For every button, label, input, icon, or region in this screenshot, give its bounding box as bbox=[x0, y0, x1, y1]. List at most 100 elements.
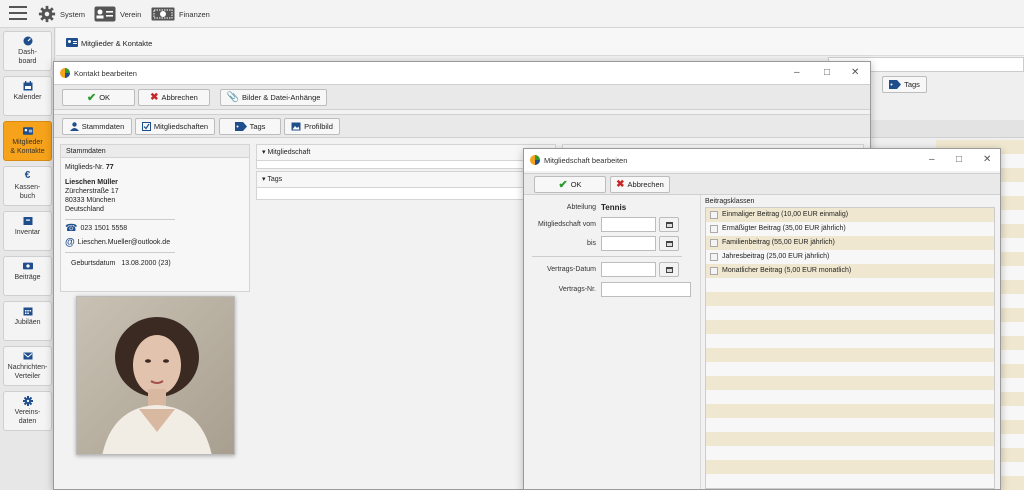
check-icon: ✔ bbox=[86, 92, 97, 104]
euro-icon: € bbox=[24, 170, 31, 181]
tab-stammdaten-label: Stammdaten bbox=[81, 122, 125, 131]
cancel-button[interactable]: ✖ Abbrechen bbox=[610, 176, 670, 193]
contract-no-input[interactable] bbox=[601, 282, 691, 297]
vertical-divider bbox=[700, 195, 701, 489]
image-icon bbox=[291, 122, 301, 131]
class-checkbox[interactable] bbox=[710, 239, 718, 247]
membership-dialog-title: Mitgliedschaft bearbeiten bbox=[544, 155, 628, 165]
main-header: Mitglieder & Kontakte bbox=[56, 28, 1024, 56]
contact-city: 80333 München bbox=[65, 197, 116, 204]
menu-verein-label: Verein bbox=[120, 9, 142, 19]
maximize-icon[interactable]: □ bbox=[824, 67, 830, 78]
class-checkbox[interactable] bbox=[710, 225, 718, 233]
sidebar-item-vereinsdaten[interactable]: Vereins- daten bbox=[3, 391, 52, 431]
member-from-calendar-button[interactable] bbox=[659, 217, 679, 232]
sidebar-item-kassenbuch[interactable]: € Kassen- buch bbox=[3, 166, 52, 206]
ok-button[interactable]: ✔ OK bbox=[62, 89, 135, 106]
form-divider bbox=[532, 256, 682, 257]
profile-photo[interactable] bbox=[76, 296, 235, 455]
tab-profilbild[interactable]: Profilbild bbox=[284, 118, 340, 135]
tab-profilbild-label: Profilbild bbox=[304, 122, 333, 131]
sidebar-item-mitglieder[interactable]: Mitglieder & Kontakte bbox=[3, 121, 52, 161]
id-card-icon bbox=[22, 127, 33, 135]
checkbox-icon bbox=[141, 122, 151, 131]
sidebar-item-beitraege[interactable]: Beiträge bbox=[3, 256, 52, 296]
cancel-button[interactable]: ✖ Abbrechen bbox=[138, 89, 210, 106]
sidebar-item-label: Jubiläen bbox=[14, 319, 41, 326]
member-to-calendar-button[interactable] bbox=[659, 236, 679, 251]
menu-verein[interactable]: Verein bbox=[94, 5, 141, 23]
sidebar-item-label: Mitglieder & Kontakte bbox=[10, 139, 45, 155]
sidebar-item-inventar[interactable]: Inventar bbox=[3, 211, 52, 251]
class-row[interactable]: Jahresbeitrag (25,00 EUR jährlich) bbox=[706, 250, 994, 264]
attachments-button-label: Bilder & Datei-Anhänge bbox=[242, 93, 321, 102]
class-checkbox[interactable] bbox=[710, 267, 718, 275]
ok-button[interactable]: ✔ OK bbox=[534, 176, 606, 193]
calendar-icon bbox=[666, 222, 673, 228]
class-checkbox[interactable] bbox=[710, 253, 718, 261]
x-icon: ✖ bbox=[150, 92, 159, 103]
sidebar-item-label: Inventar bbox=[14, 229, 41, 236]
contact-country: Deutschland bbox=[65, 206, 104, 213]
sidebar-item-label: Nachrichten- Verteiler bbox=[7, 364, 48, 380]
contact-email[interactable]: Lieschen.Mueller@outlook.de bbox=[78, 238, 170, 247]
tab-tags-label: Tags bbox=[249, 122, 266, 131]
ok-button-label: OK bbox=[99, 93, 111, 102]
contract-no-label: Vertrags-Nr. bbox=[558, 286, 596, 293]
maximize-icon[interactable]: □ bbox=[956, 154, 962, 165]
tags-button[interactable]: Tags bbox=[882, 76, 927, 93]
menu-finanzen-label: Finanzen bbox=[179, 9, 210, 19]
member-to-label: bis bbox=[587, 240, 596, 247]
stammdaten-heading: Stammdaten bbox=[61, 145, 249, 158]
tag-icon bbox=[889, 80, 902, 89]
tab-mitgliedschaften[interactable]: Mitgliedschaften bbox=[135, 118, 215, 135]
gear-icon bbox=[38, 5, 56, 23]
calendar-icon bbox=[23, 307, 32, 316]
sidebar-item-dashboard[interactable]: Dash- board bbox=[3, 31, 52, 71]
cancel-button-label: Abbrechen bbox=[161, 93, 198, 102]
class-label: Ermäßigter Beitrag (35,00 EUR jährlich) bbox=[722, 225, 846, 232]
class-label: Monatlicher Beitrag (5,00 EUR monatlich) bbox=[722, 267, 852, 274]
contract-date-calendar-button[interactable] bbox=[659, 262, 679, 277]
sidebar-item-kalender[interactable]: Kalender bbox=[3, 76, 52, 116]
sidebar-item-label: Beiträge bbox=[14, 274, 41, 281]
tab-mitgliedschaften-label: Mitgliedschaften bbox=[153, 122, 209, 131]
dashboard-icon bbox=[23, 36, 32, 46]
menu-system-label: System bbox=[60, 9, 86, 19]
menu-system[interactable]: System bbox=[38, 5, 85, 23]
sidebar-item-jubilaeen[interactable]: Jubiläen bbox=[3, 301, 52, 341]
class-row[interactable]: Ermäßigter Beitrag (35,00 EUR jährlich) bbox=[706, 222, 994, 236]
minimize-icon[interactable]: – bbox=[929, 154, 935, 165]
class-row[interactable]: Monatlicher Beitrag (5,00 EUR monatlich) bbox=[706, 264, 994, 278]
email-icon: @ bbox=[65, 237, 75, 248]
member-to-input[interactable] bbox=[601, 236, 656, 251]
menu-finanzen[interactable]: Finanzen bbox=[151, 5, 210, 23]
check-icon: ✔ bbox=[558, 179, 568, 191]
attachments-button[interactable]: 📎 Bilder & Datei-Anhänge bbox=[220, 89, 327, 106]
hamburger-icon[interactable] bbox=[9, 6, 27, 21]
contact-phone[interactable]: 023 1501 5558 bbox=[80, 224, 127, 233]
close-icon[interactable]: ✕ bbox=[851, 67, 859, 78]
class-row[interactable]: Einmaliger Beitrag (10,00 EUR einmalig) bbox=[706, 208, 994, 222]
sidebar: Dash- board Kalender Mitglieder & Kontak… bbox=[0, 28, 55, 490]
contract-date-input[interactable] bbox=[601, 262, 656, 277]
class-row[interactable]: Familienbeitrag (55,00 EUR jährlich) bbox=[706, 236, 994, 250]
close-icon[interactable]: ✕ bbox=[983, 154, 991, 165]
class-checkbox[interactable] bbox=[710, 211, 718, 219]
class-label: Familienbeitrag (55,00 EUR jährlich) bbox=[722, 239, 835, 246]
section-mitgliedschaft[interactable]: ▾ Mitgliedschaft bbox=[256, 144, 556, 161]
sidebar-item-nachrichten[interactable]: Nachrichten- Verteiler bbox=[3, 346, 52, 386]
tab-stammdaten[interactable]: Stammdaten bbox=[62, 118, 132, 135]
abteilung-label: Abteilung bbox=[566, 204, 596, 211]
member-no: 77 bbox=[105, 164, 114, 171]
member-from-input[interactable] bbox=[601, 217, 656, 232]
sidebar-item-label: Vereins- daten bbox=[14, 409, 41, 425]
app-logo-icon bbox=[60, 68, 70, 78]
contact-name: Lieschen Müller bbox=[65, 179, 118, 186]
tab-tags[interactable]: Tags bbox=[219, 118, 281, 135]
paperclip-icon: 📎 bbox=[226, 92, 240, 103]
app-logo-icon bbox=[530, 155, 540, 165]
tag-icon bbox=[234, 122, 247, 131]
minimize-icon[interactable]: – bbox=[794, 67, 800, 78]
class-label: Jahresbeitrag (25,00 EUR jährlich) bbox=[722, 253, 830, 260]
